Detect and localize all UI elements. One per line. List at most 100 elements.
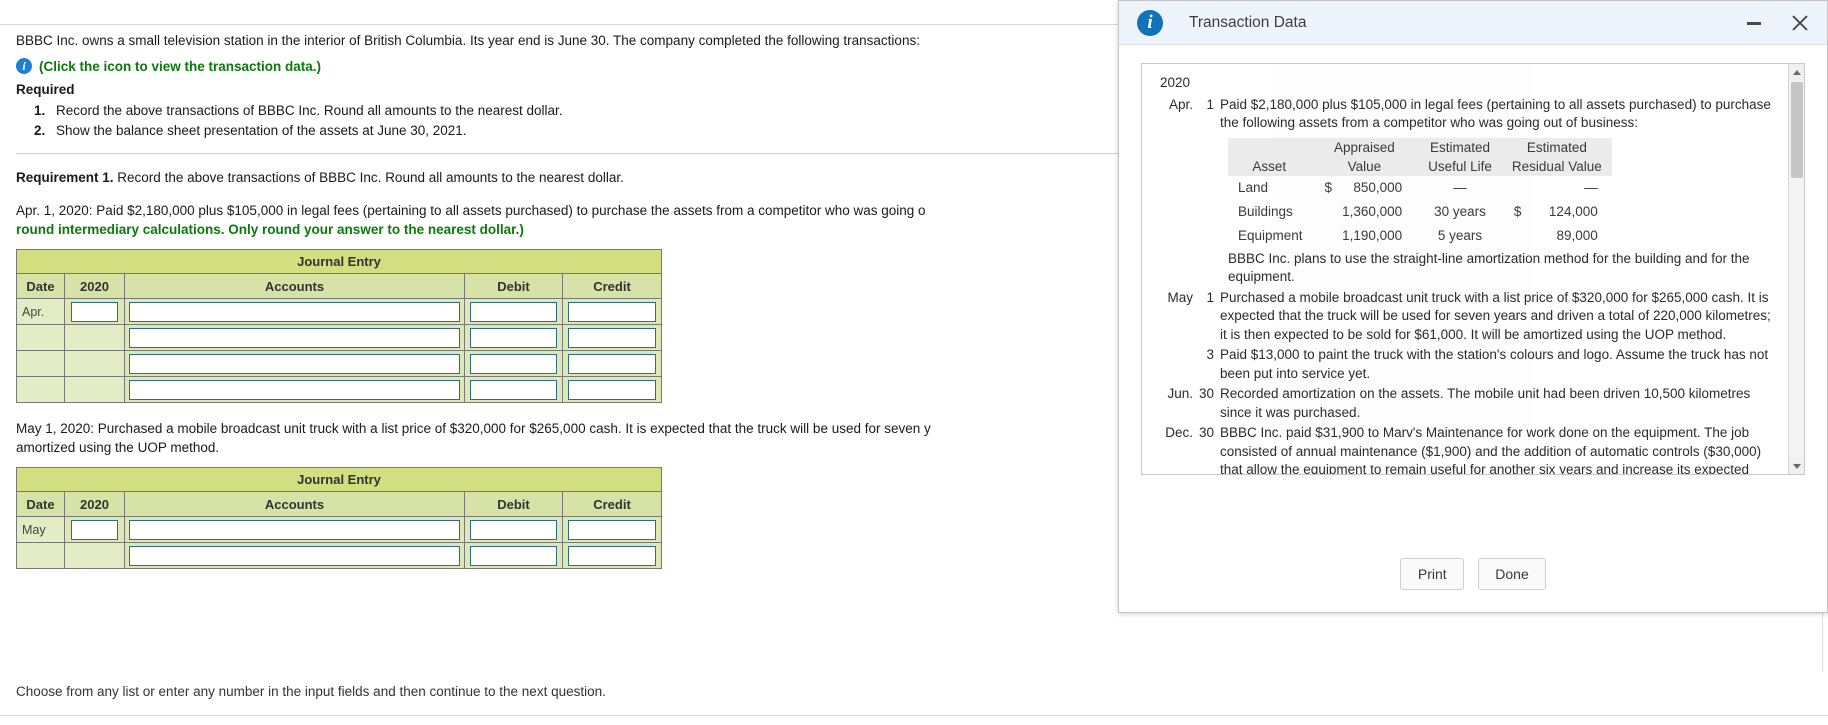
dialog-title: Transaction Data [1189, 13, 1307, 31]
accounts-cell [124, 542, 465, 569]
transaction-day: 30 [1198, 425, 1214, 440]
close-icon[interactable] [1787, 10, 1813, 36]
debit-input[interactable] [470, 545, 557, 566]
accounts-input[interactable] [129, 353, 460, 374]
done-button[interactable]: Done [1478, 558, 1546, 590]
credit-input[interactable] [568, 545, 657, 566]
entry-1-scenario: Apr. 1, 2020: Paid $2,180,000 plus $105,… [16, 201, 1196, 239]
column-header-year: 2020 [64, 273, 125, 299]
journal-entry-table-2: Journal Entry Date 2020 Accounts Debit C… [15, 467, 663, 569]
required-list: 1. Record the above transactions of BBBC… [16, 101, 1196, 141]
asset-table-header-bottom: Asset Value Useful Life Residual Value [1228, 156, 1612, 176]
entry-1-line-1: Apr. 1, 2020: Paid $2,180,000 plus $105,… [16, 203, 926, 218]
status-bar: Choose from any list or enter any number… [0, 672, 1828, 725]
transaction-list: 2020 Apr. 1 Paid $2,180,000 plus $105,00… [1156, 74, 1780, 474]
transaction-day: 1 [1206, 96, 1214, 112]
asset-row: Land $ 850,000 — — [1228, 176, 1612, 200]
accounts-cell [124, 298, 465, 325]
credit-cell [561, 542, 663, 569]
credit-input[interactable] [568, 519, 657, 540]
debit-cell [464, 298, 563, 325]
debit-input[interactable] [470, 327, 557, 348]
transaction-row: 3 Paid $13,000 to paint the truck with t… [1156, 346, 1780, 385]
column-header-year: 2020 [64, 491, 125, 517]
debit-input[interactable] [470, 379, 557, 400]
row-month-label [16, 542, 65, 569]
credit-input[interactable] [568, 353, 657, 374]
column-header-credit: Credit [561, 273, 663, 299]
requirement-1-header: Requirement 1. Record the above transact… [16, 170, 1196, 185]
requirement-number: 2. [34, 123, 46, 138]
transaction-description: Recorded amortization on the assets. The… [1220, 386, 1751, 420]
accounts-cell [124, 516, 465, 543]
asset-name: Equipment [1238, 227, 1303, 243]
asset-residual-value: — [1584, 179, 1598, 195]
accounts-input[interactable] [129, 327, 460, 348]
journal-entry-table-1: Journal Entry Date 2020 Accounts Debit C… [15, 249, 663, 403]
column-header-credit: Credit [561, 491, 663, 517]
list-item: 2. Show the balance sheet presentation o… [16, 121, 1196, 141]
requirement-1-label: Requirement 1. [16, 170, 114, 185]
entry-2-scenario: May 1, 2020: Purchased a mobile broadcas… [16, 419, 1196, 457]
table-row [16, 542, 663, 569]
credit-cell [561, 350, 663, 377]
transaction-row: Jun. 30 Recorded amortization on the ass… [1156, 385, 1780, 424]
day-cell [64, 298, 125, 325]
table-header-row: Date 2020 Accounts Debit Credit [16, 491, 663, 517]
transaction-description: Paid $13,000 to paint the truck with the… [1220, 347, 1769, 381]
vertical-scrollbar[interactable] [1788, 64, 1804, 474]
credit-input[interactable] [568, 301, 657, 322]
asset-col-estimated-life: Estimated [1418, 137, 1502, 157]
info-icon: i [1137, 9, 1163, 36]
row-month-label [16, 376, 65, 403]
asset-name: Buildings [1238, 203, 1293, 219]
table-title-row: Journal Entry [15, 249, 663, 274]
scroll-up-arrow-icon[interactable] [1789, 64, 1804, 80]
scroll-down-arrow-icon[interactable] [1789, 458, 1804, 474]
asset-value-currency: $ [1324, 179, 1333, 195]
dialog-body: 2020 Apr. 1 Paid $2,180,000 plus $105,00… [1119, 45, 1827, 536]
journal-entry-title: Journal Entry [15, 467, 663, 492]
info-icon[interactable]: i [16, 58, 32, 74]
requirement-text: Show the balance sheet presentation of t… [56, 123, 467, 138]
debit-input[interactable] [470, 301, 557, 322]
column-header-accounts: Accounts [124, 273, 465, 299]
accounts-input[interactable] [129, 519, 460, 540]
accounts-input[interactable] [129, 301, 460, 322]
table-title-row: Journal Entry [15, 467, 663, 492]
day-input[interactable] [71, 519, 118, 540]
debit-input[interactable] [470, 519, 557, 540]
scrollbar-thumb[interactable] [1791, 82, 1803, 178]
print-button[interactable]: Print [1400, 558, 1465, 590]
debit-cell [464, 376, 563, 403]
transaction-month: Jun. [1167, 386, 1193, 401]
transaction-content: 2020 Apr. 1 Paid $2,180,000 plus $105,00… [1142, 64, 1788, 474]
transaction-month: May [1167, 289, 1193, 305]
credit-input[interactable] [568, 379, 657, 400]
day-cell [64, 376, 125, 403]
accounts-cell [124, 376, 465, 403]
asset-value: 1,360,000 [1342, 203, 1403, 219]
asset-col-appraised: Appraised [1310, 137, 1419, 157]
credit-cell [561, 376, 663, 403]
asset-residual-value: 89,000 [1556, 227, 1598, 243]
minimize-icon[interactable] [1741, 10, 1767, 36]
accounts-input[interactable] [129, 379, 460, 400]
asset-useful-life: — [1453, 179, 1467, 195]
asset-col-residual-value: Residual Value [1501, 156, 1612, 176]
asset-residual-value: 124,000 [1548, 203, 1598, 219]
accounts-input[interactable] [129, 545, 460, 566]
debit-cell [464, 350, 563, 377]
day-cell [64, 542, 125, 569]
asset-value: 850,000 [1353, 179, 1403, 195]
asset-name: Land [1238, 179, 1269, 195]
day-input[interactable] [71, 301, 118, 322]
asset-appraisal-table: Appraised Estimated Estimated Asset Valu… [1228, 137, 1612, 248]
asset-value: 1,190,000 [1342, 227, 1403, 243]
credit-input[interactable] [568, 327, 657, 348]
row-month-label [16, 324, 65, 351]
transaction-data-dialog: i Transaction Data 2020 Apr. 1 Paid $2,1… [1118, 0, 1828, 613]
transaction-data-link[interactable]: i (Click the icon to view the transactio… [16, 58, 1196, 74]
debit-input[interactable] [470, 353, 557, 374]
asset-value-currency [1311, 224, 1335, 248]
